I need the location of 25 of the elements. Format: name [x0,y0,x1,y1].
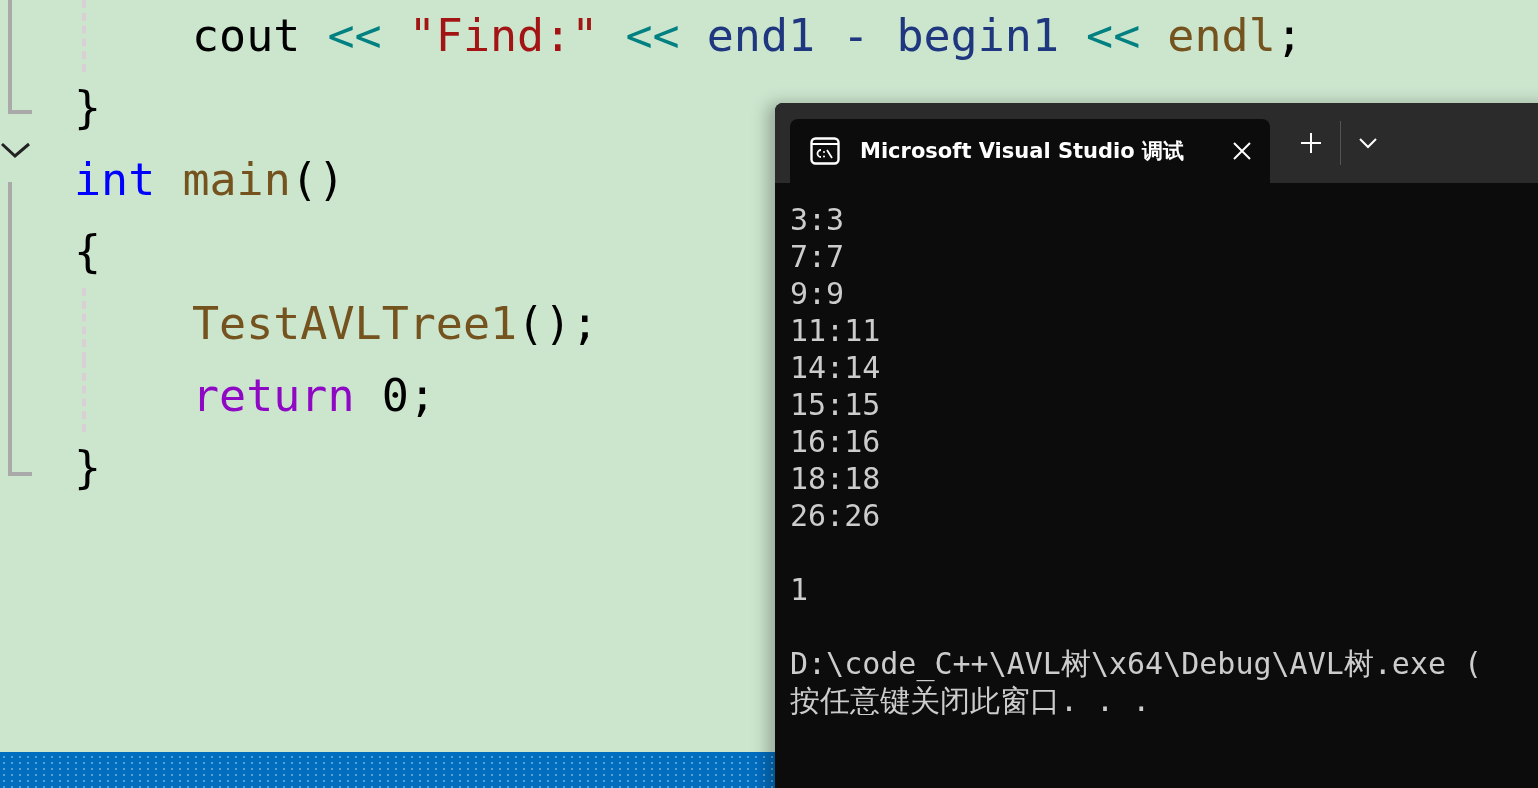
console-output-line: 11:11 [790,312,881,349]
terminal-tab[interactable]: Microsoft Visual Studio 调试 [790,119,1270,183]
console-output-line: 1 [790,571,809,608]
console-output-line: 按任意键关闭此窗口. . . [790,682,1151,719]
plus-icon[interactable] [1300,132,1322,154]
console-output-line: 26:26 [790,497,881,534]
terminal-icon [810,137,840,165]
code-line: int main() [74,155,345,205]
console-output-line: D:\code_C++\AVL树\x64\Debug\AVL树.exe ( [790,645,1483,682]
console-output-line: 14:14 [790,349,881,386]
code-line: } [74,83,102,133]
console-output-line: 7:7 [790,238,845,275]
console-output-line: 15:15 [790,386,881,423]
console-output-line: 3:3 [790,201,845,238]
collapse-chevron-icon[interactable] [0,140,32,160]
code-line: cout << "Find:" << end1 - begin1 << endl; [192,11,1303,61]
code-line: return 0; [192,371,436,421]
console-output-line: 16:16 [790,423,881,460]
close-icon[interactable] [1232,141,1252,161]
code-line: { [74,227,102,277]
console-output-line: 18:18 [790,460,881,497]
console-output-line: 9:9 [790,275,845,312]
chevron-down-icon[interactable] [1359,137,1377,149]
code-line: } [74,443,102,493]
code-line: TestAVLTree1(); [192,299,599,349]
